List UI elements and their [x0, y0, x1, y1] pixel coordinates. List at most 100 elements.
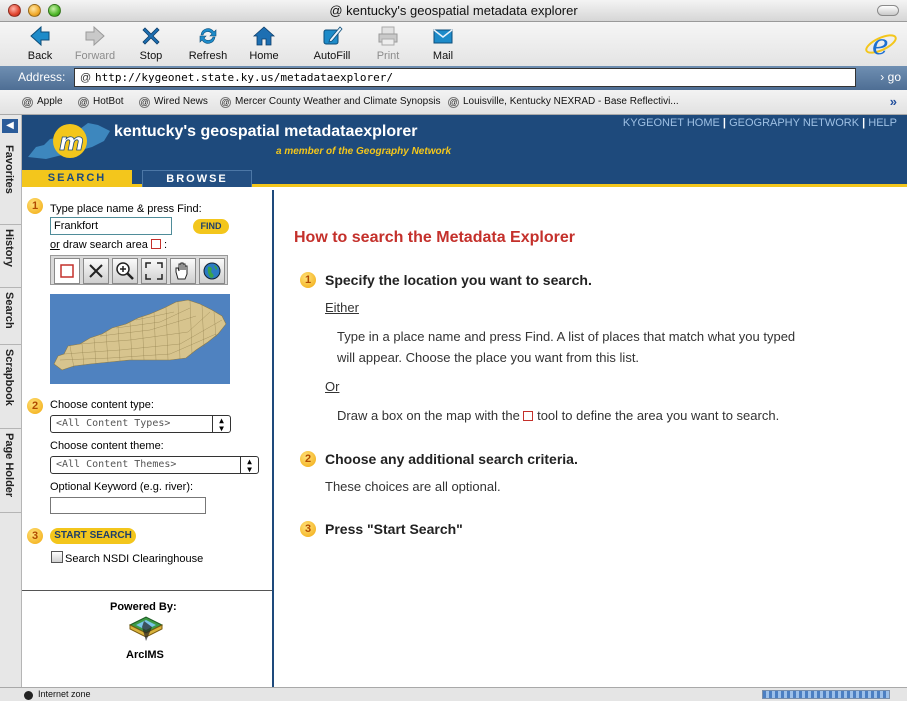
sidebar-tab-history[interactable]: History [0, 225, 21, 288]
refresh-icon [199, 28, 217, 44]
content-type-select[interactable]: <All Content Types> ▲ ▼ [50, 415, 231, 433]
clear-x-icon [89, 264, 103, 278]
favorites-bar: @ Apple @ HotBot @ Wired News @ Mercer Count… [0, 90, 907, 115]
clear-tool[interactable] [83, 258, 109, 284]
keyword-input[interactable] [50, 497, 206, 514]
geography-network-link[interactable]: GEOGRAPHY NETWORK [729, 117, 859, 129]
home-button[interactable]: Home [237, 24, 291, 62]
sidebar-tab-page-holder[interactable]: Page Holder [0, 429, 21, 513]
favorite-louisville-nexrad[interactable]: @ Louisville, Kentucky NEXRAD - Base Refl… [448, 96, 679, 108]
back-arrow-icon [30, 25, 50, 47]
address-url: http://kygeonet.state.ky.us/metadataexpl… [95, 71, 394, 84]
favorite-at-icon: @ [448, 97, 459, 108]
zoom-in-tool[interactable] [112, 258, 138, 284]
link-separator: | [862, 117, 866, 129]
tab-search[interactable]: SEARCH [22, 170, 132, 187]
mail-button[interactable]: Mail [416, 24, 470, 62]
collapse-sidebar-icon[interactable]: ◀ [2, 119, 18, 133]
find-button[interactable]: FIND [193, 219, 229, 234]
step-1-badge: 1 [27, 198, 43, 214]
site-title: kentucky's geospatial metadataexplorer [114, 123, 418, 140]
main-tabs: SEARCH BROWSE [22, 167, 907, 187]
help-draw-text-a: Draw a box on the map with the [337, 408, 520, 423]
content-theme-select[interactable]: <All Content Themes> ▲ ▼ [50, 456, 259, 474]
draw-rectangle-tool[interactable] [54, 258, 80, 284]
help-link[interactable]: HELP [868, 117, 897, 129]
forward-button[interactable]: Forward [68, 24, 122, 62]
browser-toolbar: Back Forward Stop Refresh Home AutoFill … [0, 22, 907, 66]
back-label: Back [27, 50, 53, 62]
keyword-label: Optional Keyword (e.g. river): [50, 481, 194, 493]
back-button[interactable]: Back [13, 24, 67, 62]
more-favorites-chevron-icon[interactable]: » [890, 94, 897, 109]
sidebar-tab-label: History [3, 229, 15, 267]
mail-envelope-icon [433, 29, 453, 44]
favorite-mercer-weather[interactable]: @ Mercer County Weather and Climate Synop… [220, 96, 440, 108]
draw-area-label: or draw search area : [50, 239, 167, 251]
help-either: Either [325, 300, 359, 315]
help-step-1-badge: 1 [300, 272, 316, 288]
zoom-in-icon [116, 262, 134, 280]
sidebar-tab-scrapbook[interactable]: Scrapbook [0, 345, 21, 429]
favorite-hotbot[interactable]: @ HotBot [78, 96, 124, 108]
refresh-button[interactable]: Refresh [181, 24, 235, 62]
sidebar-tab-search[interactable]: Search [0, 288, 21, 345]
favorite-label: Apple [37, 96, 63, 107]
internet-explorer-logo-icon: e [865, 28, 897, 61]
go-arrow-icon: › [880, 70, 888, 84]
home-label: Home [249, 50, 279, 62]
header-links: KYGEONET HOME | GEOGRAPHY NETWORK | HELP [623, 117, 897, 129]
map-toolbar [50, 255, 228, 285]
kygeonet-home-link[interactable]: KYGEONET HOME [623, 117, 720, 129]
full-extent-tool[interactable] [141, 258, 167, 284]
place-name-input[interactable]: Frankfort [50, 217, 172, 235]
pan-tool[interactable] [170, 258, 196, 284]
favorite-at-icon: @ [220, 97, 231, 108]
page-at-icon: @ [329, 3, 347, 18]
explorer-sidebar: ◀ Favorites History Search Scrapbook Pag… [0, 115, 22, 687]
go-button[interactable]: › go [880, 70, 901, 84]
search-panel: 1 Type place name & press Find: Frankfor… [22, 190, 274, 687]
sidebar-tab-label: Favorites [3, 145, 15, 194]
status-text: Internet zone [38, 689, 91, 699]
powered-by-section: Powered By: ArcIMS [22, 590, 272, 687]
content-type-label: Choose content type: [50, 399, 154, 411]
or-text: or [50, 239, 60, 251]
link-separator: | [722, 117, 726, 129]
tab-browse[interactable]: BROWSE [142, 170, 252, 187]
step-3-badge: 3 [27, 528, 43, 544]
content-theme-value: <All Content Themes> [56, 459, 177, 470]
print-button[interactable]: Print [361, 24, 415, 62]
nsdi-checkbox[interactable] [51, 551, 63, 563]
favorite-at-icon: @ [22, 97, 33, 108]
help-title: How to search the Metadata Explorer [294, 229, 575, 246]
autofill-button[interactable]: AutoFill [305, 24, 359, 62]
url-at-icon: @ [80, 72, 92, 84]
favorite-wired-news[interactable]: @ Wired News [139, 96, 208, 108]
powered-by-label: Powered By: [110, 601, 177, 613]
toolbar-toggle-button[interactable] [877, 5, 899, 16]
stop-label: Stop [139, 50, 163, 62]
globe-tool[interactable] [199, 258, 225, 284]
stop-x-icon [142, 27, 160, 45]
favorite-apple[interactable]: @ Apple [22, 96, 63, 108]
draw-label-colon: : [163, 239, 168, 251]
address-input[interactable]: http://kygeonet.state.ky.us/metadataexpl… [74, 68, 856, 87]
help-step-3-badge: 3 [300, 521, 316, 537]
place-name-value: Frankfort [54, 220, 99, 232]
draw-rectangle-icon [60, 264, 74, 278]
stop-button[interactable]: Stop [124, 24, 178, 62]
forward-arrow-icon [85, 25, 105, 47]
sidebar-tab-label: Page Holder [3, 433, 15, 498]
internet-zone-icon [24, 691, 33, 700]
mail-label: Mail [432, 50, 454, 62]
draw-box-icon [523, 411, 534, 421]
sidebar-tab-favorites[interactable]: Favorites [0, 141, 21, 225]
kentucky-county-map[interactable] [50, 294, 230, 384]
draw-label-text: draw search area [59, 239, 148, 251]
sidebar-tab-label: Search [3, 292, 15, 329]
help-type-text-line1: Type in a place name and press Find. A l… [337, 329, 796, 344]
start-search-button[interactable]: START SEARCH [50, 528, 136, 544]
forward-label: Forward [74, 50, 116, 62]
autofill-pen-icon [323, 26, 343, 45]
